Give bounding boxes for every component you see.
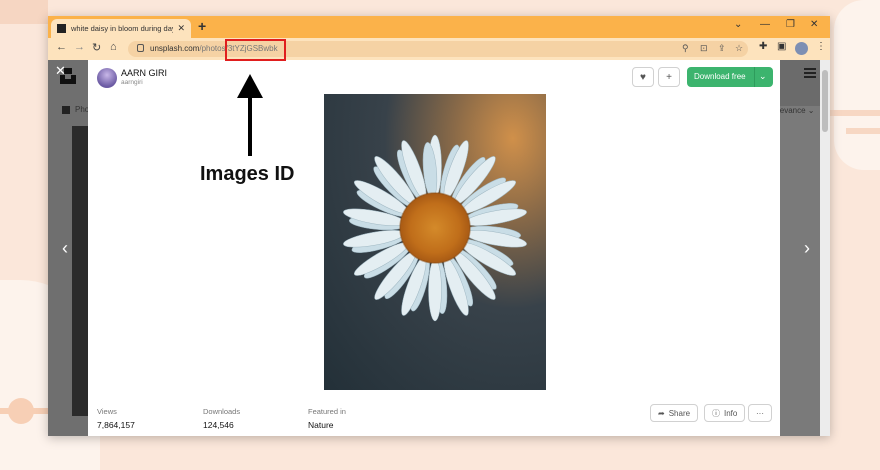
image-id-highlight-box xyxy=(225,39,286,61)
browser-tab[interactable]: white daisy in bloom during day ✕ xyxy=(51,19,191,38)
minimize-button[interactable]: — xyxy=(760,19,770,30)
daisy-flower-image xyxy=(343,134,527,322)
downloads-value: 124,546 xyxy=(203,420,234,430)
share-arrow-icon: ➦ xyxy=(658,408,665,418)
browser-window: white daisy in bloom during day ✕ + ⌄ — … xyxy=(48,16,830,436)
close-window-button[interactable]: ✕ xyxy=(810,19,818,30)
previous-photo-arrow-icon[interactable]: ‹ xyxy=(62,238,68,259)
profile-avatar-icon[interactable] xyxy=(795,42,808,55)
author-avatar[interactable] xyxy=(97,68,117,88)
daisy-petal xyxy=(428,258,442,322)
background-decoration xyxy=(842,36,868,62)
background-decoration xyxy=(830,110,880,116)
featured-in-value[interactable]: Nature xyxy=(308,420,334,430)
new-tab-button[interactable]: + xyxy=(198,18,206,34)
heart-icon: ♥ xyxy=(640,71,646,83)
photo-modal: AARN GIRI aarngiri ♥ + Download free ⌄ V… xyxy=(88,60,780,436)
back-arrow-icon[interactable]: ← xyxy=(56,41,67,53)
home-icon[interactable]: ⌂ xyxy=(110,41,117,53)
hamburger-menu-icon[interactable] xyxy=(804,68,816,78)
views-label: Views xyxy=(97,407,117,416)
download-free-button[interactable]: Download free ⌄ xyxy=(687,67,773,87)
info-button[interactable]: ⓘ Info xyxy=(704,404,746,422)
tab-bar: white daisy in bloom during day ✕ + ⌄ — … xyxy=(48,16,830,38)
featured-in-label: Featured in xyxy=(308,407,346,416)
scrollbar-thumb[interactable] xyxy=(822,70,828,132)
unsplash-favicon-icon xyxy=(57,24,66,33)
share-button[interactable]: ➦ Share xyxy=(650,404,699,422)
close-modal-icon[interactable]: ✕ xyxy=(55,63,66,79)
annotation-arrow-shaft xyxy=(248,92,252,156)
chevron-down-icon[interactable]: ⌄ xyxy=(759,71,767,82)
forward-arrow-icon[interactable]: → xyxy=(74,41,85,53)
share-label: Share xyxy=(668,408,691,418)
address-bar[interactable]: unsplash.com/photos/3tYZjGSBwbk ⚲ ⊡ ⇪ ☆ xyxy=(128,41,748,57)
backdrop-photo-strip xyxy=(72,126,88,416)
lock-icon xyxy=(137,44,144,52)
restore-button[interactable]: ❐ xyxy=(786,19,795,30)
zoom-search-icon[interactable]: ⚲ xyxy=(682,43,689,54)
info-label: Info xyxy=(724,408,738,418)
share-page-icon[interactable]: ⇪ xyxy=(718,43,726,54)
more-actions-button[interactable]: ··· xyxy=(748,404,772,422)
author-name[interactable]: AARN GIRI xyxy=(121,68,167,78)
like-button[interactable]: ♥ xyxy=(632,67,654,87)
background-decoration xyxy=(846,128,880,134)
downloads-label: Downloads xyxy=(203,407,241,416)
download-divider xyxy=(754,67,755,87)
browser-toolbar: ← → ↻ ⌂ unsplash.com/photos/3tYZjGSBwbk … xyxy=(48,38,830,60)
more-dots-icon: ··· xyxy=(756,408,764,418)
info-icon: ⓘ xyxy=(712,408,720,418)
side-panel-icon[interactable]: ▣ xyxy=(777,41,786,52)
next-photo-arrow-icon[interactable]: › xyxy=(804,238,810,259)
bookmark-star-icon[interactable]: ☆ xyxy=(735,43,743,54)
background-decoration xyxy=(8,398,34,424)
background-decoration xyxy=(834,0,880,170)
plus-icon: + xyxy=(666,71,672,83)
page-content: ✕ Pho ‹ levance ⌄ › AARN GIRI aarngiri ♥… xyxy=(48,60,830,436)
reload-icon[interactable]: ↻ xyxy=(92,41,101,54)
download-label: Download free xyxy=(694,72,746,81)
add-to-collection-button[interactable]: + xyxy=(658,67,680,87)
extensions-puzzle-icon[interactable]: ✚ xyxy=(759,41,767,52)
background-decoration xyxy=(0,0,48,24)
install-app-icon[interactable]: ⊡ xyxy=(700,43,708,54)
daisy-photo[interactable] xyxy=(324,94,546,390)
sort-relevance-label[interactable]: levance ⌄ xyxy=(778,106,815,115)
tab-search-icon[interactable]: ⌄ xyxy=(734,19,742,30)
author-handle[interactable]: aarngiri xyxy=(121,79,143,86)
annotation-label: Images ID xyxy=(200,163,295,185)
tab-title: white daisy in bloom during day xyxy=(71,24,174,33)
tab-close-icon[interactable]: ✕ xyxy=(177,23,185,34)
views-value: 7,864,157 xyxy=(97,420,135,430)
photos-tab-icon xyxy=(62,106,70,114)
menu-kebab-icon[interactable]: ⋮ xyxy=(816,41,826,52)
